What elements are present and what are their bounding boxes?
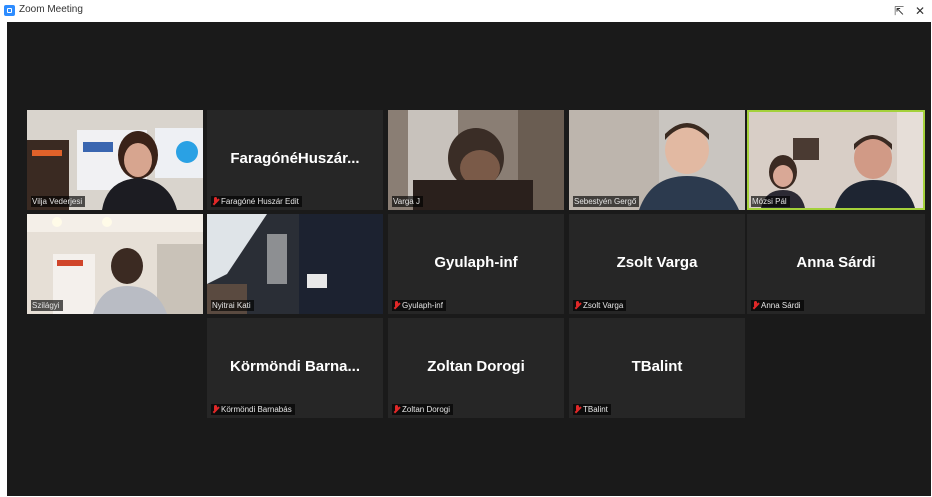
- participant-video: [569, 110, 745, 210]
- participant-display-name: Gyulaph-inf: [434, 253, 518, 271]
- participant-tile-active-speaker[interactable]: Mózsi Pál: [747, 110, 925, 210]
- muted-mic-icon: [574, 405, 581, 414]
- close-icon[interactable]: ✕: [912, 3, 928, 19]
- participant-name-tag: Vilja Vederjesi: [31, 196, 86, 207]
- participant-tile[interactable]: Szilágyi: [27, 214, 203, 314]
- participant-tile[interactable]: Varga J: [388, 110, 564, 210]
- participant-tile[interactable]: Gyulaph-inf Gyulaph-inf: [388, 214, 564, 314]
- zoom-app-icon: [4, 5, 15, 16]
- participant-name-tag: Faragóné Huszár Edit: [211, 196, 302, 207]
- participant-name-tag: Szilágyi: [31, 300, 63, 311]
- participant-tile[interactable]: Nyitrai Kati: [207, 214, 383, 314]
- participant-name-tag: Zoltan Dorogi: [392, 404, 454, 415]
- muted-mic-icon: [393, 301, 400, 310]
- participant-display-name: Zoltan Dorogi: [427, 357, 525, 375]
- participant-display-name: FaragónéHuszár...: [230, 149, 360, 167]
- maximize-icon[interactable]: ⇱: [891, 3, 907, 19]
- participant-tile[interactable]: Zsolt Varga Zsolt Varga: [569, 214, 745, 314]
- participant-name-tag: Mózsi Pál: [751, 196, 790, 207]
- participant-name-tag: Nyitrai Kati: [211, 300, 254, 311]
- participant-video: [207, 214, 383, 314]
- participant-tile[interactable]: Sebestyén Gergő: [569, 110, 745, 210]
- muted-mic-icon: [212, 197, 219, 206]
- title-bar: Zoom Meeting ⇱ ✕: [0, 0, 932, 22]
- participant-video: [749, 112, 923, 208]
- participant-name-tag: Varga J: [392, 196, 423, 207]
- participant-display-name: Anna Sárdi: [796, 253, 876, 271]
- muted-mic-icon: [574, 301, 581, 310]
- participant-display-name: TBalint: [631, 357, 683, 375]
- video-gallery: Vilja Vederjesi FaragónéHuszár... Faragó…: [7, 22, 931, 496]
- participant-tile[interactable]: FaragónéHuszár... Faragóné Huszár Edit: [207, 110, 383, 210]
- participant-video: [388, 110, 564, 210]
- participant-video: [27, 110, 203, 210]
- participant-name-tag: Sebestyén Gergő: [573, 196, 640, 207]
- window-title: Zoom Meeting: [19, 4, 83, 15]
- participant-tile[interactable]: Vilja Vederjesi: [27, 110, 203, 210]
- participant-tile[interactable]: TBalint TBalint: [569, 318, 745, 418]
- participant-video: [27, 214, 203, 314]
- participant-name-tag: Gyulaph-inf: [392, 300, 446, 311]
- muted-mic-icon: [752, 301, 759, 310]
- participant-name-tag: TBalint: [573, 404, 611, 415]
- participant-tile[interactable]: Zoltan Dorogi Zoltan Dorogi: [388, 318, 564, 418]
- muted-mic-icon: [393, 405, 400, 414]
- participant-name-tag: Zsolt Varga: [573, 300, 627, 311]
- participant-name-tag: Körmöndi Barnabás: [211, 404, 295, 415]
- muted-mic-icon: [212, 405, 219, 414]
- participant-display-name: Körmöndi Barna...: [229, 357, 360, 375]
- participant-tile[interactable]: Körmöndi Barna... Körmöndi Barnabás: [207, 318, 383, 418]
- participant-display-name: Zsolt Varga: [616, 253, 698, 271]
- participant-tile[interactable]: Anna Sárdi Anna Sárdi: [747, 214, 925, 314]
- participant-name-tag: Anna Sárdi: [751, 300, 804, 311]
